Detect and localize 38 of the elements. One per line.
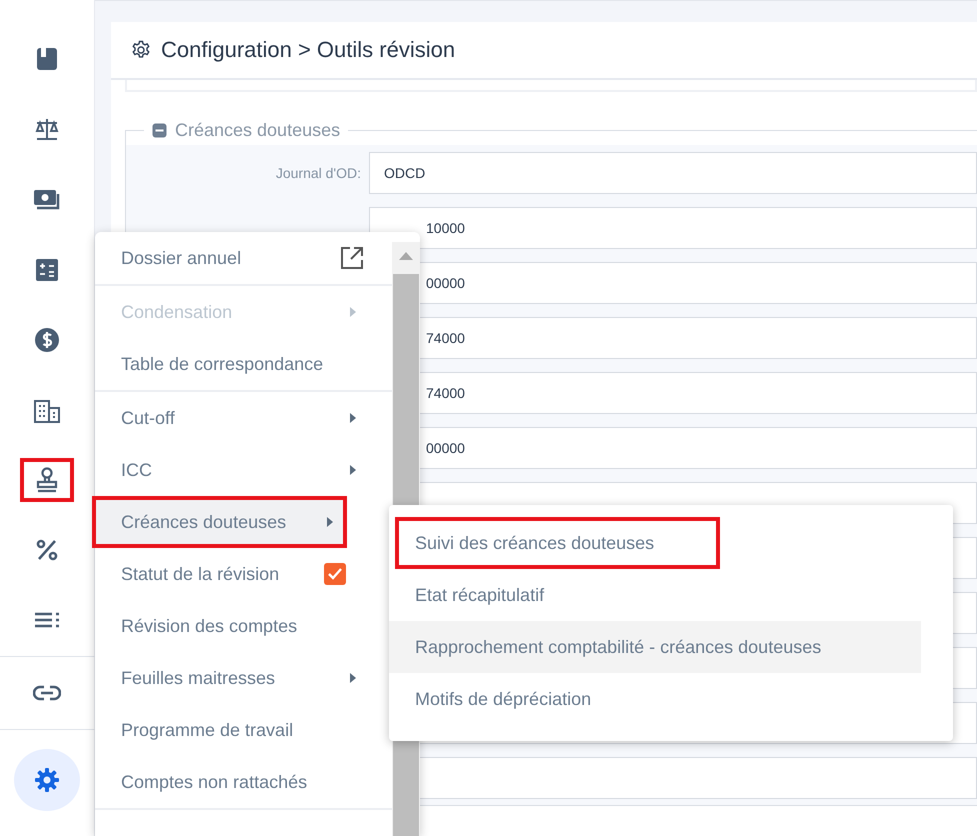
money-icon (33, 188, 61, 211)
caret-icon (350, 413, 356, 423)
page-title: Configuration > Outils révision (161, 37, 456, 63)
menu-item[interactable]: Suivi des créances douteuses (395, 517, 720, 569)
scales-icon (34, 117, 60, 142)
menu-item[interactable]: Révision des comptes (95, 600, 392, 652)
percent-icon (35, 538, 59, 562)
caret-icon (350, 307, 356, 317)
input-field[interactable]: ODCD (369, 152, 977, 194)
collapse-icon[interactable] (152, 123, 167, 138)
menu-item[interactable]: Créances douteuses (92, 496, 347, 548)
menu-item[interactable]: Programme de travail (95, 704, 392, 756)
menu-item[interactable]: Etat récapitulatif (389, 569, 921, 621)
menu-item[interactable]: Feuilles maitresses (95, 652, 392, 704)
sidebar-item[interactable] (20, 458, 74, 502)
menu-item[interactable]: Motifs de dépréciation (389, 673, 921, 725)
settings-icon (131, 40, 151, 60)
book-icon (36, 46, 58, 71)
link-icon (33, 684, 61, 701)
dollar-icon (34, 327, 60, 354)
section-title: Créances douteuses (175, 120, 340, 141)
menu-item[interactable]: Dossier annuel (95, 232, 392, 284)
list-icon (34, 611, 60, 630)
calculator-icon (35, 258, 59, 282)
menu-item[interactable]: Comptes non rattachés (95, 756, 392, 808)
field-label: Journal d'OD: (276, 164, 361, 180)
input-field[interactable]: 10000 (369, 206, 977, 248)
building-icon (34, 398, 60, 423)
external-link-icon (340, 246, 364, 270)
caret-icon (350, 673, 356, 683)
menu-item[interactable]: Statut de la révision (95, 548, 392, 600)
checkbox[interactable] (324, 563, 346, 585)
caret-icon (327, 517, 333, 527)
stamp-icon (35, 467, 59, 494)
settings-icon (34, 766, 60, 793)
caret-icon (350, 465, 356, 475)
menu-item[interactable]: Rapprochement comptabilité - créances douteuses (389, 621, 921, 673)
check-icon (327, 567, 343, 581)
